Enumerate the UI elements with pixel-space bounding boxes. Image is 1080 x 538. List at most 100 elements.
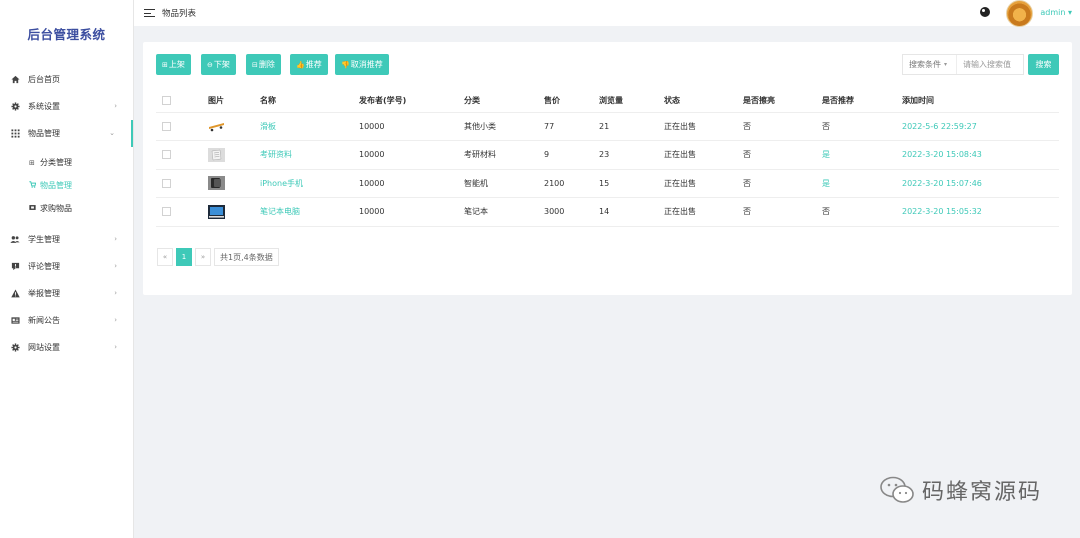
sidebar-item-label: 物品管理 xyxy=(28,129,60,138)
column-header: 发布者(学号) xyxy=(359,90,464,113)
row-checkbox[interactable] xyxy=(162,178,171,188)
gear-icon xyxy=(10,343,20,353)
watermark: 码蜂窝源码 xyxy=(880,474,1042,506)
page-1-button[interactable]: 1 xyxy=(176,248,192,266)
sidebar-item-label: 网站设置 xyxy=(28,343,60,352)
avatar[interactable] xyxy=(1006,0,1033,27)
delete-button[interactable]: ⊟ 删除 xyxy=(246,54,281,75)
minus-circle-icon: ⊖ xyxy=(207,60,213,69)
goods-name-link[interactable]: 滑板 xyxy=(260,122,276,131)
sidebar-item-label: 系统设置 xyxy=(28,102,60,111)
column-header: 名称 xyxy=(260,90,359,113)
menu-toggle-icon[interactable] xyxy=(144,9,155,17)
category-cell: 笔记本 xyxy=(464,197,544,227)
row-checkbox[interactable] xyxy=(162,207,171,217)
publisher-cell: 10000 xyxy=(359,169,464,198)
pagination: « 1 » 共1页,4条数据 xyxy=(157,248,282,266)
publisher-cell: 10000 xyxy=(359,112,464,141)
chevron-down-icon: ⌄ xyxy=(109,129,115,137)
goods-name-link[interactable]: iPhone手机 xyxy=(260,179,303,188)
sidebar-item-goods[interactable]: 物品管理 ⌄ xyxy=(0,120,133,147)
sidebar-item-home[interactable]: 后台首页 xyxy=(0,66,133,93)
table-row: 考研资料 10000 考研材料 9 23 正在出售 否 是 2022-3-20 … xyxy=(156,140,1059,170)
sidebar-item-comments[interactable]: 评论管理 › xyxy=(0,253,133,280)
row-checkbox[interactable] xyxy=(162,150,171,160)
sidebar-item-label: 举报管理 xyxy=(28,289,60,298)
sidebar-subitem-label: 物品管理 xyxy=(40,181,72,190)
table-row: 笔记本电脑 10000 笔记本 3000 14 正在出售 否 否 2022-3-… xyxy=(156,197,1059,227)
recommended-cell: 是 xyxy=(822,140,902,170)
views-cell: 15 xyxy=(599,169,664,198)
goods-name-link[interactable]: 考研资料 xyxy=(260,150,292,159)
price-cell: 3000 xyxy=(544,197,599,227)
chevron-right-icon: › xyxy=(114,235,117,243)
thumbs-down-icon: 👎 xyxy=(341,60,350,69)
column-header: 添加时间 xyxy=(902,90,1059,113)
sidebar-item-site-settings[interactable]: 网站设置 › xyxy=(0,334,133,361)
sidebar-item-news[interactable]: 新闻公告 › xyxy=(0,307,133,334)
column-header: 是否擦亮 xyxy=(743,90,822,113)
search-condition-select[interactable]: 搜索条件 ▾ xyxy=(903,55,957,74)
search-input[interactable] xyxy=(957,60,1023,69)
price-cell: 9 xyxy=(544,140,599,170)
user-name: admin xyxy=(1040,8,1066,17)
sidebar: 后台管理系统 后台首页 系统设置 › 物品管理 ⌄ ⊞ 分类管理 物品管理 求购… xyxy=(0,0,134,538)
page-title: 物品列表 xyxy=(162,9,197,19)
list-off-button[interactable]: ⊖ 下架 xyxy=(201,54,236,75)
table-row: iPhone手机 10000 智能机 2100 15 正在出售 否 是 2022… xyxy=(156,169,1059,198)
square-icon xyxy=(29,204,37,213)
sidebar-item-system-settings[interactable]: 系统设置 › xyxy=(0,93,133,120)
views-cell: 23 xyxy=(599,140,664,170)
cart-icon xyxy=(29,181,37,190)
select-all-checkbox[interactable] xyxy=(162,96,171,106)
cancel-recommend-button[interactable]: 👎 取消推荐 xyxy=(335,54,389,75)
sidebar-item-reports[interactable]: 举报管理 › xyxy=(0,280,133,307)
grid-icon xyxy=(10,129,20,139)
button-label: 上架 xyxy=(168,60,185,69)
plus-square-icon: ⊞ xyxy=(162,60,168,69)
recommend-button[interactable]: 👍 推荐 xyxy=(290,54,328,75)
column-header: 浏览量 xyxy=(599,90,664,113)
sidebar-item-students[interactable]: 学生管理 › xyxy=(0,226,133,253)
added-time-cell: 2022-3-20 15:05:32 xyxy=(902,197,1059,227)
watermark-text: 码蜂窝源码 xyxy=(921,480,1042,505)
button-label: 删除 xyxy=(258,60,275,69)
sidebar-submenu: ⊞ 分类管理 物品管理 求购物品 xyxy=(0,147,133,226)
sidebar-subitem-label: 分类管理 xyxy=(40,158,72,167)
warning-icon xyxy=(10,289,20,299)
views-cell: 14 xyxy=(599,197,664,227)
row-checkbox[interactable] xyxy=(162,121,171,131)
search-button[interactable]: 搜索 xyxy=(1028,54,1059,75)
polished-cell: 否 xyxy=(743,140,822,170)
column-header: 图片 xyxy=(208,90,260,113)
home-icon xyxy=(10,75,20,85)
palette-icon[interactable] xyxy=(980,7,990,17)
pagination-info: 共1页,4条数据 xyxy=(214,248,279,266)
prev-page-button[interactable]: « xyxy=(157,248,173,266)
goods-name-link[interactable]: 笔记本电脑 xyxy=(260,207,300,216)
recommended-cell: 否 xyxy=(822,112,902,141)
users-icon xyxy=(10,235,20,245)
chevron-right-icon: › xyxy=(114,316,117,324)
brand-title: 后台管理系统 xyxy=(27,26,106,42)
gear-icon xyxy=(10,102,20,112)
phone-thumbnail[interactable] xyxy=(208,176,225,191)
added-time-cell: 2022-3-20 15:08:43 xyxy=(902,140,1059,170)
skateboard-thumbnail[interactable] xyxy=(208,119,225,133)
status-cell: 正在出售 xyxy=(664,112,743,141)
added-time-cell: 2022-5-6 22:59:27 xyxy=(902,112,1059,141)
books-thumbnail[interactable] xyxy=(208,147,225,162)
recommended-cell: 否 xyxy=(822,197,902,227)
column-header: 分类 xyxy=(464,90,544,113)
button-label: 取消推荐 xyxy=(350,60,383,69)
table-icon: ⊞ xyxy=(29,158,35,167)
sidebar-subitem-goods[interactable]: 物品管理 xyxy=(0,174,133,197)
sidebar-subitem-wanted[interactable]: 求购物品 xyxy=(0,197,133,220)
next-page-button[interactable]: » xyxy=(195,248,211,266)
goods-table: 图片 名称 发布者(学号) 分类 售价 浏览量 状态 是否擦亮 是否推荐 添加时… xyxy=(156,90,1059,227)
list-on-button[interactable]: ⊞ 上架 xyxy=(156,54,191,75)
sidebar-subitem-category[interactable]: ⊞ 分类管理 xyxy=(0,151,133,174)
laptop-thumbnail[interactable] xyxy=(208,204,225,219)
polished-cell: 否 xyxy=(743,112,822,141)
user-menu[interactable]: admin ▾ xyxy=(1040,8,1072,17)
